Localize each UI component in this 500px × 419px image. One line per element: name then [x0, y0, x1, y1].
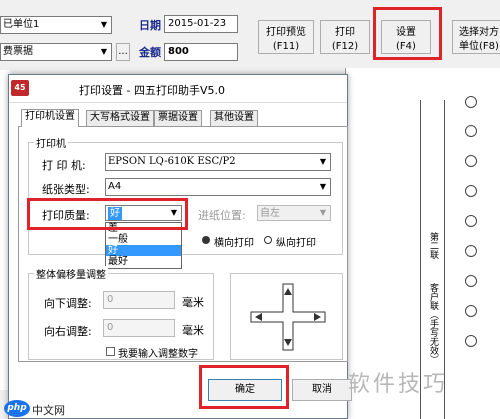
tab-other-settings[interactable]: 其他设置: [210, 110, 258, 126]
down-adjust-label: 向下调整:: [44, 297, 92, 310]
unit-value: 已单位1: [3, 19, 40, 30]
ok-button[interactable]: 确定: [208, 379, 282, 401]
right-adjust-input[interactable]: 0: [103, 319, 175, 337]
feed-position-combo[interactable]: 自左 ▼: [257, 205, 331, 221]
type-combo[interactable]: 费票据 ▼: [0, 43, 112, 61]
date-label: 日期: [139, 19, 161, 32]
paper-hole: [465, 185, 477, 197]
select-unit-button[interactable]: 选择对方 单位(F8): [452, 20, 500, 54]
settings-key: (F4): [396, 41, 416, 52]
quality-option-poor[interactable]: 差: [106, 223, 181, 234]
printer-combo[interactable]: EPSON LQ-610K ESC/P2 ▼: [105, 153, 331, 171]
chevron-down-icon: ▼: [97, 17, 111, 33]
print-label: 打印: [335, 27, 355, 38]
cancel-button[interactable]: 取消: [292, 379, 352, 401]
landscape-label: 横向打印: [214, 238, 254, 249]
paper-hole: [465, 335, 477, 347]
settings-button[interactable]: 设置 (F4): [381, 20, 431, 54]
date-field[interactable]: 2015-01-23: [164, 15, 238, 33]
chevron-down-icon: ▼: [316, 154, 330, 170]
settings-label: 设置: [396, 27, 416, 38]
quality-option-best[interactable]: 最好: [106, 256, 181, 267]
copy-label-2: 第二联: [428, 232, 438, 259]
arrow-up-icon: [284, 288, 292, 295]
paper-type-combo[interactable]: A4 ▼: [105, 178, 331, 196]
right-adjust-label: 向右调整:: [44, 325, 92, 338]
chevron-down-icon: ▼: [316, 179, 330, 195]
tab-receipt-settings[interactable]: 票据设置: [154, 110, 202, 126]
offset-group-title: 整体偏移量调整: [34, 266, 108, 281]
copy-label-customer: 客户联（手写无效）: [428, 283, 438, 364]
portrait-radio[interactable]: [264, 236, 272, 244]
dialog-title: 打印设置 - 四五打印助手V5.0: [79, 84, 225, 97]
landscape-radio[interactable]: [202, 236, 210, 244]
quality-option-good[interactable]: 好: [106, 245, 181, 256]
type-value: 费票据: [3, 46, 33, 57]
amount-field[interactable]: 800: [164, 43, 238, 61]
chevron-down-icon: ▼: [97, 44, 111, 60]
manual-input-label: 我要输入调整数字: [118, 349, 198, 360]
paper-hole: [465, 305, 477, 317]
arrow-down-icon: [284, 339, 292, 346]
print-preview-key: (F11): [272, 41, 300, 52]
tab-uppercase-format[interactable]: 大写格式设置: [86, 110, 154, 126]
select-unit-label: 选择对方: [459, 27, 499, 38]
print-key: (F12): [331, 41, 359, 52]
arrow-right-icon: [314, 313, 321, 321]
print-preview-label: 打印预览: [266, 27, 306, 38]
right-unit-label: 毫米: [182, 324, 204, 337]
print-quality-value: 好: [108, 207, 122, 220]
print-preview-button[interactable]: 打印预览 (F11): [258, 20, 314, 54]
chevron-down-icon: ▼: [167, 206, 181, 220]
paper-hole: [465, 275, 477, 287]
chevron-down-icon: ▼: [316, 206, 330, 220]
watermark-site: 中文网: [32, 404, 65, 417]
php-logo: php: [4, 400, 30, 417]
down-unit-label: 毫米: [182, 296, 204, 309]
print-quality-label: 打印质量:: [42, 209, 90, 222]
unit-combo[interactable]: 已单位1 ▼: [0, 16, 112, 34]
paper-type-label: 纸张类型:: [42, 183, 90, 196]
paper-hole: [465, 155, 477, 167]
print-quality-dropdown: 差 一般 好 最好: [105, 222, 182, 269]
watermark-brand: 软件技巧: [348, 372, 449, 397]
portrait-label: 纵向打印: [276, 238, 316, 249]
direction-pad[interactable]: [245, 278, 331, 356]
paper-hole: [465, 96, 477, 108]
printer-label: 打 印 机:: [42, 159, 86, 172]
quality-option-normal[interactable]: 一般: [106, 234, 181, 245]
printer-value: EPSON LQ-610K ESC/P2: [108, 156, 236, 167]
feed-position-value: 自左: [260, 208, 280, 219]
feed-position-label: 进纸位置:: [198, 209, 246, 222]
select-unit-key: 单位(F8): [459, 41, 499, 52]
paper-type-value: A4: [108, 181, 122, 192]
paper-hole: [465, 125, 477, 137]
manual-input-checkbox[interactable]: [106, 347, 115, 356]
amount-label: 金额: [139, 46, 161, 59]
print-button[interactable]: 打印 (F12): [320, 20, 370, 54]
app-logo-icon: 45: [11, 80, 29, 96]
ellipsis-button[interactable]: ...: [116, 43, 130, 61]
printer-group-title: 打印机: [34, 135, 68, 150]
print-quality-combo[interactable]: 好 ▼: [105, 205, 182, 221]
down-adjust-input[interactable]: 0: [103, 291, 175, 309]
tab-printer-settings[interactable]: 打印机设置: [21, 109, 79, 127]
paper-hole: [465, 215, 477, 227]
arrow-left-icon: [255, 313, 262, 321]
dialog-title-bar: 45 打印设置 - 四五打印助手V5.0: [9, 75, 347, 103]
paper-hole: [465, 245, 477, 257]
